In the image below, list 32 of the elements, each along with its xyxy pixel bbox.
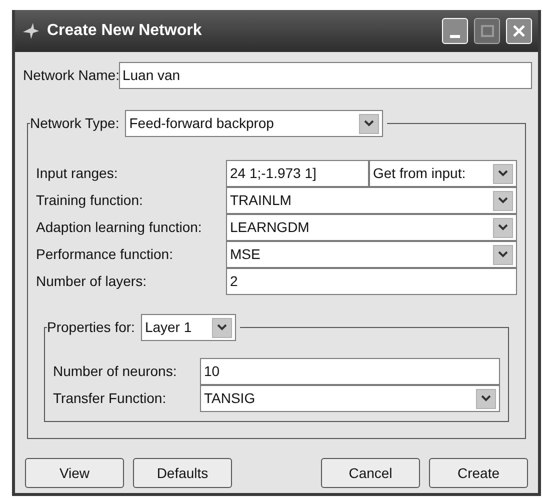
field-label: Network Name: — [23, 66, 120, 85]
text-field[interactable]: Luan van — [119, 62, 532, 89]
field-label: Adaption learning function: — [36, 218, 203, 237]
dialog-button[interactable]: Defaults — [133, 458, 232, 488]
window-title: Create New Network — [47, 21, 203, 41]
app-icon — [21, 22, 41, 40]
dropdown[interactable]: Layer 1 — [140, 314, 236, 341]
dropdown[interactable]: Get from input: — [369, 160, 517, 187]
dropdown[interactable]: TANSIG — [200, 385, 500, 412]
field-label: Performance function: — [36, 245, 174, 264]
field-label: Number of neurons: — [53, 362, 178, 381]
field-label: Number of layers: — [36, 272, 148, 291]
dialog-button[interactable]: View — [25, 458, 124, 488]
dropdown[interactable]: Feed-forward backprop — [125, 110, 384, 137]
field-label: Training function: — [36, 191, 144, 210]
field-label: Input ranges: — [36, 164, 119, 183]
text-field[interactable]: 10 — [200, 358, 500, 385]
field-label: Transfer Function: — [53, 389, 168, 408]
text-field[interactable]: 24 1;-1.973 1] — [226, 160, 369, 187]
minimize-icon — [450, 35, 460, 38]
close-icon — [512, 24, 526, 38]
minimize-button[interactable] — [442, 18, 468, 44]
group-title: Properties for: — [47, 318, 135, 337]
text-field[interactable]: 2 — [226, 268, 517, 295]
group-title: Network Type: — [30, 114, 120, 133]
dropdown[interactable]: MSE — [226, 241, 517, 268]
dialog-button[interactable]: Create — [429, 458, 528, 488]
dropdown[interactable]: TRAINLM — [226, 187, 517, 214]
close-button[interactable] — [506, 18, 532, 44]
dialog-button[interactable]: Cancel — [321, 458, 420, 488]
dropdown[interactable]: LEARNGDM — [226, 214, 517, 241]
maximize-icon — [480, 25, 494, 37]
